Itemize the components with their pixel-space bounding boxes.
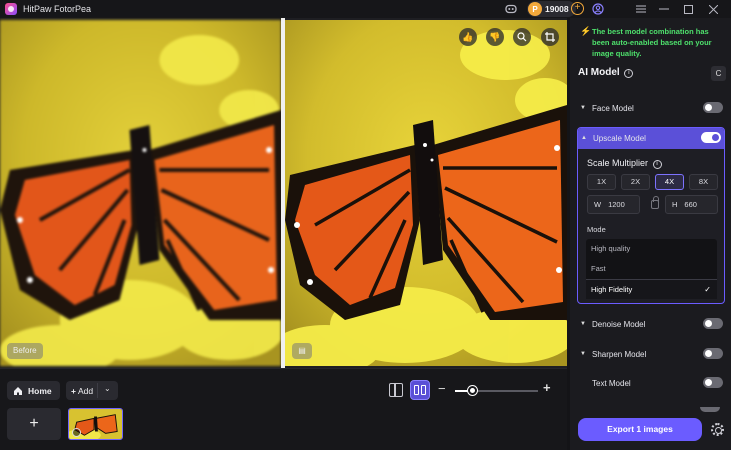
like-icon[interactable]: 👍	[459, 28, 477, 46]
mode-label: Mode	[587, 225, 606, 234]
after-image	[285, 20, 567, 366]
minimize-icon[interactable]	[657, 2, 671, 16]
side-by-side-icon[interactable]	[389, 383, 403, 397]
lock-icon[interactable]	[651, 196, 659, 209]
add-button[interactable]: + Add ⌄	[66, 381, 118, 400]
denoise-model-row[interactable]: ▼ Denoise Model	[580, 317, 723, 331]
credits-value: 19008	[545, 4, 569, 14]
zoom-slider[interactable]	[455, 386, 538, 395]
add-credits-icon[interactable]: +	[571, 2, 584, 15]
history-icon	[72, 428, 81, 437]
info-icon[interactable]: i	[624, 69, 634, 78]
width-label: W	[594, 200, 602, 209]
export-button[interactable]: Export 1 images	[578, 418, 702, 441]
bottom-bar: Home + Add ⌄ − + +	[0, 368, 567, 450]
info-icon[interactable]: i	[652, 160, 662, 169]
home-button[interactable]: Home	[7, 381, 60, 400]
app-title: HitPaw FotorPea	[23, 4, 92, 14]
home-icon	[14, 386, 22, 395]
upscale-model-header[interactable]: ▲ Upscale Model	[578, 128, 724, 149]
before-image	[0, 20, 281, 366]
notice-text: The best model combination has been auto…	[592, 27, 712, 58]
before-label: Before	[7, 343, 43, 359]
bolt-icon: ⚡	[580, 26, 592, 36]
ai-model-title: AI Model i	[578, 67, 634, 78]
zoom-in-icon[interactable]	[513, 28, 531, 46]
user-icon[interactable]	[591, 2, 605, 16]
split-view-button[interactable]	[410, 380, 430, 400]
sharpen-model-row[interactable]: ▼ Sharpen Model	[580, 347, 723, 361]
preview-canvas: Before ▤ 👍 👎	[0, 18, 567, 368]
after-badge-icon: ▤	[292, 343, 312, 359]
upscale-model-toggle[interactable]	[701, 132, 721, 143]
mode-dropdown[interactable]: High quality Fast High Fidelity ✓	[586, 239, 717, 299]
coin-icon: P	[528, 2, 542, 16]
add-separator	[97, 383, 98, 398]
multiplier-8x-button[interactable]: 8X	[689, 174, 718, 190]
width-value: 1200	[608, 200, 625, 209]
crop-icon[interactable]	[541, 28, 559, 46]
mode-option-high-fidelity[interactable]: High Fidelity ✓	[586, 279, 717, 299]
plus-icon: +	[71, 385, 76, 396]
zoom-out-icon[interactable]: −	[438, 381, 446, 396]
hidden-model-toggle[interactable]	[700, 407, 720, 412]
add-image-tile[interactable]: +	[7, 408, 61, 440]
add-label: Add	[77, 385, 94, 396]
auto-enabled-notice: ⚡ The best model combination has been au…	[580, 26, 728, 59]
caret-down-icon: ▼	[580, 351, 586, 357]
sharpen-model-label: Sharpen Model	[592, 349, 647, 359]
text-model-label: Text Model	[592, 378, 631, 388]
menu-icon[interactable]	[634, 2, 648, 16]
credits-badge[interactable]: P 19008	[527, 1, 576, 17]
height-field[interactable]: H 660	[665, 195, 718, 214]
face-model-row[interactable]: ▼ Face Model	[580, 101, 723, 115]
text-model-toggle[interactable]	[703, 377, 723, 388]
sharpen-model-toggle[interactable]	[703, 348, 723, 359]
face-model-toggle[interactable]	[703, 102, 723, 113]
title-bar: HitPaw FotorPea P 19008 +	[0, 0, 731, 18]
height-label: H	[672, 200, 678, 209]
app-logo-icon	[5, 3, 17, 15]
chevron-down-icon[interactable]: ⌄	[104, 384, 111, 393]
height-value: 660	[684, 200, 697, 209]
caret-up-icon: ▲	[581, 135, 587, 141]
discord-icon[interactable]	[504, 2, 518, 16]
width-field[interactable]: W 1200	[587, 195, 640, 214]
caret-down-icon: ▼	[580, 321, 586, 327]
multiplier-4x-button[interactable]: 4X	[655, 174, 684, 190]
scale-multiplier-title: Scale Multiplier i	[587, 158, 662, 169]
denoise-model-label: Denoise Model	[592, 319, 646, 329]
multiplier-1x-button[interactable]: 1X	[587, 174, 616, 190]
zoom-in-button-icon[interactable]: +	[543, 380, 551, 395]
mode-option-fast[interactable]: Fast	[586, 259, 717, 279]
maximize-icon[interactable]	[681, 2, 695, 16]
mode-option-high-fidelity-label: High Fidelity	[591, 285, 633, 294]
upscale-model-section: ▲ Upscale Model Scale Multiplier i 1X 2X…	[577, 127, 725, 304]
settings-panel: ⚡ The best model combination has been au…	[570, 18, 731, 450]
upscale-model-label: Upscale Model	[593, 133, 646, 143]
text-model-row[interactable]: Text Model	[580, 376, 723, 390]
dislike-icon[interactable]: 👎	[486, 28, 504, 46]
gear-icon[interactable]	[711, 423, 724, 436]
zoom-slider-handle[interactable]	[468, 386, 477, 395]
multiplier-2x-button[interactable]: 2X	[621, 174, 650, 190]
face-model-label: Face Model	[592, 103, 634, 113]
scale-multiplier-label: Scale Multiplier	[587, 158, 649, 168]
denoise-model-toggle[interactable]	[703, 318, 723, 329]
home-label: Home	[28, 385, 52, 396]
mode-option-high-quality[interactable]: High quality	[586, 239, 717, 259]
close-icon[interactable]	[706, 2, 720, 16]
reset-button[interactable]: C	[711, 66, 726, 81]
ai-model-label: AI Model	[578, 67, 620, 78]
caret-down-icon: ▼	[580, 105, 586, 111]
image-thumbnail[interactable]	[68, 408, 123, 440]
upscale-model-row[interactable]: ▲ Upscale Model	[581, 131, 721, 145]
check-icon: ✓	[704, 285, 711, 294]
